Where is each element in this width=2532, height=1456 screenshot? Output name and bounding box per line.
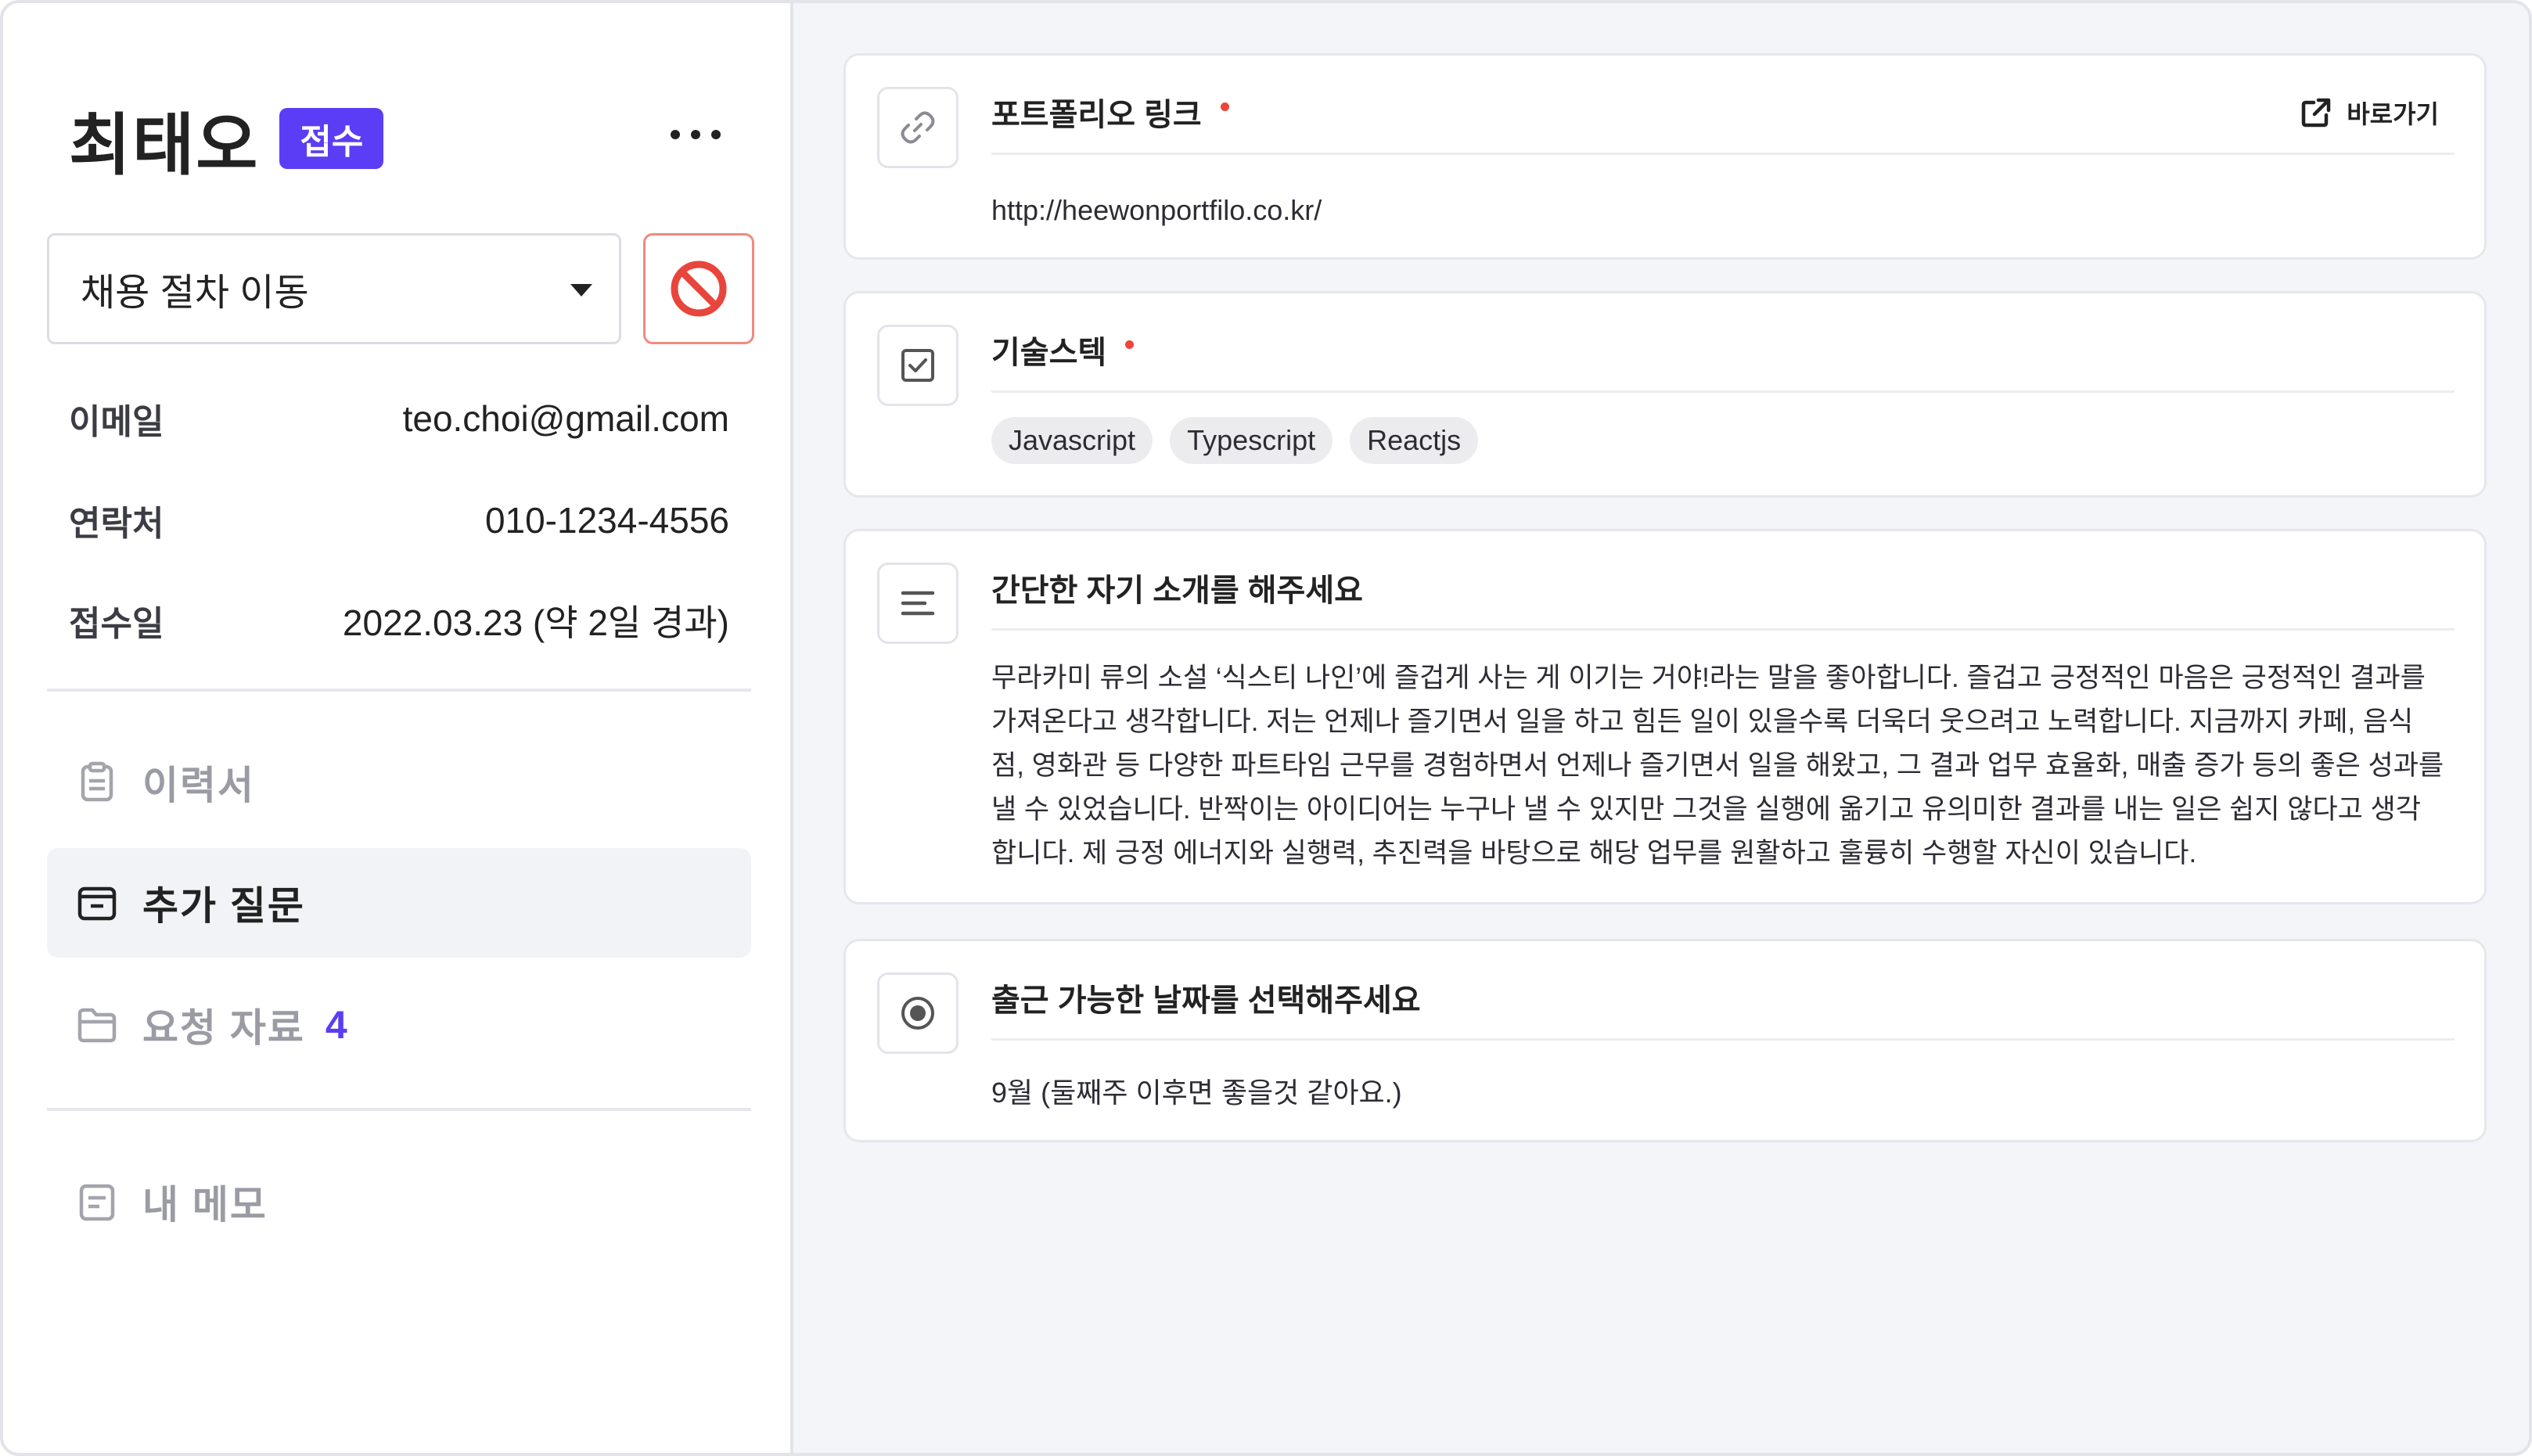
card-title: 간단한 자기 소개를 해주세요 [991, 564, 1363, 611]
card-divider [991, 153, 2455, 155]
received-date-value: 2022.03.23 (약 2일 경과) [342, 602, 729, 643]
start-date-card: 출근 가능한 날짜를 선택해주세요 9월 (둘째주 이후면 좋을것 같아요.) [843, 939, 2487, 1142]
link-icon [877, 87, 958, 168]
text-lines-icon [877, 563, 958, 644]
intro-line: 낼 수 있었습니다. 반짝이는 아이디어는 누구나 낼 수 있지만 그것을 실행… [991, 794, 2421, 825]
self-intro-text: 무라카미 류의 소설 ‘식스티 나인’에 즐겁게 사는 게 이기는 거야!라는 … [991, 656, 2455, 875]
tech-stack-card: 기술스텍 Javascript Typescript Reactjs [843, 291, 2487, 498]
nav-item-requested-materials[interactable]: 요청 자료 4 [47, 970, 751, 1080]
reject-button[interactable] [643, 233, 754, 344]
prohibited-icon [671, 261, 727, 317]
portfolio-title: 포트폴리오 링크 [991, 98, 1202, 132]
self-intro-card: 간단한 자기 소개를 해주세요 무라카미 류의 소설 ‘식스티 나인’에 즐겁게… [843, 529, 2487, 904]
nav-item-label: 요청 자료 [142, 1006, 305, 1050]
card-divider [991, 1038, 2455, 1041]
more-options-icon[interactable] [670, 119, 721, 150]
info-key: 이메일 [69, 403, 164, 441]
nav-item-label: 추가 질문 [142, 884, 305, 928]
status-badge: 접수 [279, 108, 384, 169]
skill-tag: Javascript [991, 417, 1153, 464]
intro-line: 무라카미 류의 소설 ‘식스티 나인’에 즐겁게 사는 게 이기는 거야!라는 … [991, 663, 2426, 693]
folder-icon [75, 1003, 119, 1047]
portfolio-url[interactable]: http://heewonportfilo.co.kr/ [991, 189, 2455, 232]
start-date-answer: 9월 (둘째주 이후면 좋을것 같아요.) [991, 1077, 1402, 1109]
stage-move-select[interactable]: 채용 절차 이동 [47, 233, 621, 344]
divider [47, 688, 751, 692]
shortcut-link[interactable]: 바로가기 [2300, 92, 2439, 134]
applicant-header: 최태오 접수 [69, 95, 384, 183]
checkbox-icon [877, 325, 958, 406]
radio-icon [877, 972, 958, 1054]
card-title: 기술스텍 [991, 326, 1135, 373]
memo-icon [75, 1180, 119, 1224]
required-dot [1125, 340, 1135, 349]
stage-move-label: 채용 절차 이동 [81, 272, 309, 314]
skill-tag: Typescript [1170, 417, 1333, 464]
clipboard-icon [75, 760, 119, 804]
applicant-name: 최태오 [69, 107, 260, 183]
nav-item-label: 이력서 [142, 764, 255, 807]
nav-item-resume[interactable]: 이력서 [47, 728, 751, 837]
info-row-received-date: 접수일 2022.03.23 (약 2일 경과) [69, 593, 729, 648]
card-divider [991, 390, 2455, 393]
external-link-icon [2301, 98, 2331, 128]
inbox-icon [75, 881, 119, 925]
required-dot [1220, 102, 1229, 111]
nav-item-label: 내 메모 [142, 1183, 268, 1227]
requested-materials-count: 4 [325, 1003, 347, 1047]
skill-tag: Reactjs [1350, 417, 1479, 464]
info-key: 연락처 [69, 505, 164, 543]
card-title: 출근 가능한 날짜를 선택해주세요 [991, 974, 1421, 1021]
portfolio-card: 포트폴리오 링크 바로가기 http://heewonportfilo.co.k… [843, 53, 2487, 260]
applicant-panel: 최태오 접수 채용 절차 이동 이메일 teo.choi@gmail.com 연… [3, 3, 793, 1453]
phone-value: 010-1234-4556 [484, 500, 729, 541]
nav-item-additional-questions[interactable]: 추가 질문 [47, 848, 751, 958]
nav-item-my-memo[interactable]: 내 메모 [47, 1147, 751, 1256]
self-intro-title: 간단한 자기 소개를 해주세요 [991, 573, 1363, 608]
tag-list: Javascript Typescript Reactjs [991, 417, 2455, 464]
start-date-title: 출근 가능한 날짜를 선택해주세요 [991, 983, 1421, 1018]
tech-stack-title: 기술스텍 [991, 336, 1107, 370]
intro-line: 합니다. 제 긍정 에너지와 실행력, 추진력을 바탕으로 해당 업무를 원활하… [991, 838, 2197, 868]
app-window: 최태오 접수 채용 절차 이동 이메일 teo.choi@gmail.com 연… [0, 0, 2532, 1456]
email-value: teo.choi@gmail.com [402, 398, 729, 439]
intro-line: 점, 영화관 등 다양한 파트타임 근무를 경험하면서 언제나 즐기면서 일을 … [991, 750, 2444, 781]
intro-line: 가져온다고 생각합니다. 저는 언제나 즐기면서 일을 하고 힘든 일이 있을수… [991, 706, 2414, 737]
caret-down-icon [570, 284, 592, 297]
info-row-phone: 연락처 010-1234-4556 [69, 493, 729, 548]
card-title: 포트폴리오 링크 [991, 88, 1229, 135]
info-row-email: 이메일 teo.choi@gmail.com [69, 391, 729, 446]
shortcut-label: 바로가기 [2347, 100, 2439, 128]
info-key: 접수일 [69, 605, 164, 643]
card-divider [991, 628, 2455, 631]
divider [47, 1108, 751, 1111]
